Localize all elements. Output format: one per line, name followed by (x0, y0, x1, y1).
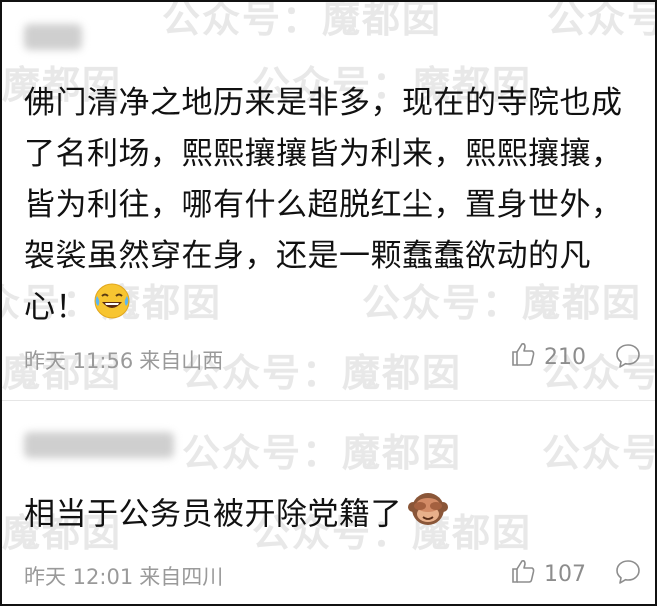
like-button[interactable]: 210 (510, 341, 586, 373)
comment-bubble-icon[interactable] (614, 342, 642, 374)
comment-time: 昨天 12:01 (24, 565, 134, 589)
comment-body: 相当于公务员被开除党籍了 (24, 496, 402, 533)
comment-location: 来自山西 (139, 349, 224, 373)
comment-meta: 昨天 11:56 来自山西 (24, 345, 223, 375)
like-button[interactable]: 107 (510, 558, 586, 590)
username-blurred[interactable] (24, 432, 174, 458)
comment-time: 昨天 11:56 (24, 349, 134, 373)
comment-location: 来自四川 (139, 565, 224, 589)
see-no-evil-monkey-emoji-icon (408, 488, 448, 544)
laughing-tears-emoji-icon (93, 282, 131, 336)
comment-text: 相当于公务员被开除党籍了 (24, 488, 634, 544)
thumbs-up-icon (510, 341, 536, 373)
comment-item: 相当于公务员被开除党籍了 昨天 12:01 来自四川 107 (2, 401, 655, 604)
comment-text: 佛门清净之地历来是非多，现在的寺院也成了名利场，熙熙攘攘皆为利来，熙熙攘攘，皆为… (24, 78, 634, 336)
comment-meta: 昨天 12:01 来自四川 (24, 561, 223, 591)
username-blurred[interactable] (24, 24, 82, 50)
like-count: 210 (544, 344, 586, 370)
screenshot-frame: 公众号：魔都囡 公众号：魔都囡 公众号：魔都囡 公众号：魔都囡 公众号：魔都囡 … (0, 0, 657, 606)
comment-item: 佛门清净之地历来是非多，现在的寺院也成了名利场，熙熙攘攘皆为利来，熙熙攘攘，皆为… (2, 2, 655, 402)
like-count: 107 (544, 561, 586, 587)
thumbs-up-icon (510, 558, 536, 590)
comment-bubble-icon[interactable] (614, 558, 642, 590)
